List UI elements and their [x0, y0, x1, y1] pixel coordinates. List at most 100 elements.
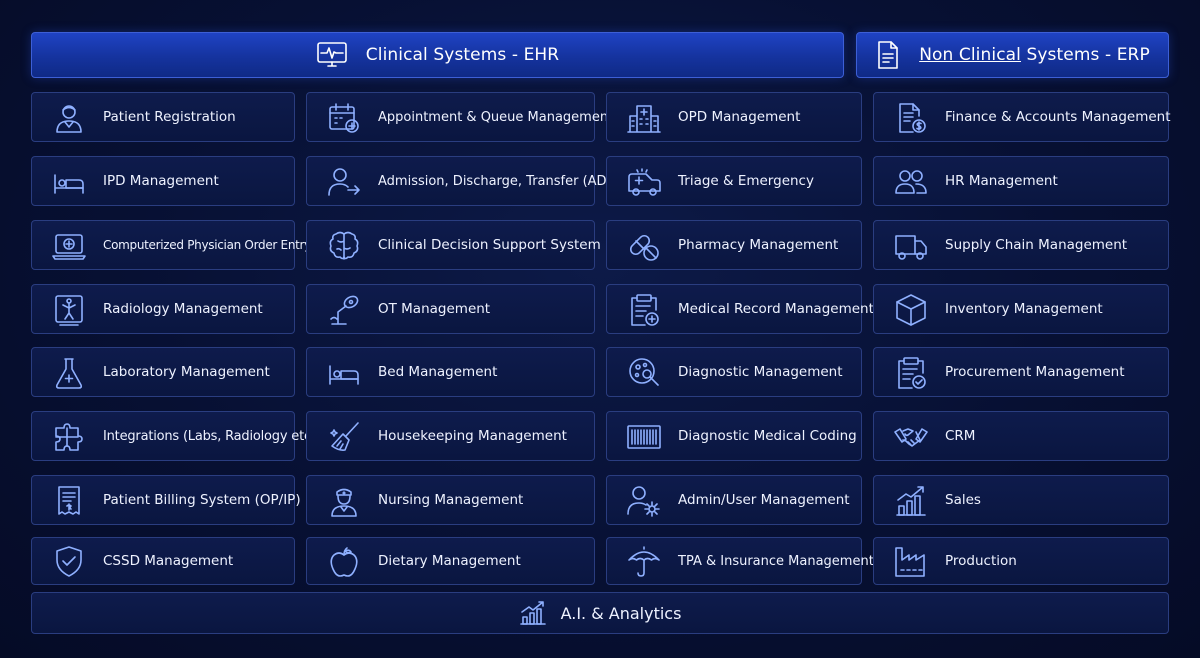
- nurse-icon: [327, 484, 361, 518]
- calendar-add-icon: [327, 101, 361, 135]
- monitor-heartbeat-icon: [316, 41, 348, 69]
- hospital-building-icon: [627, 101, 661, 135]
- module-bed-management[interactable]: Bed Management: [306, 347, 595, 397]
- module-adt[interactable]: Admission, Discharge, Transfer (ADT): [306, 156, 620, 206]
- user-transfer-icon: [327, 165, 361, 199]
- laptop-medical-icon: [52, 229, 86, 263]
- non-clinical-systems-erp-header[interactable]: Non Clinical Systems - ERP: [856, 32, 1169, 78]
- module-opd-management[interactable]: OPD Management: [606, 92, 862, 142]
- xray-icon: [52, 293, 86, 327]
- module-label: Pharmacy Management: [678, 237, 839, 253]
- clipboard-check-icon: [894, 356, 928, 390]
- module-label: Diagnostic Management: [678, 364, 843, 380]
- module-label: Admission, Discharge, Transfer (ADT): [378, 173, 620, 189]
- module-appointment-queue[interactable]: Appointment & Queue Management: [306, 92, 613, 142]
- module-medical-record[interactable]: Medical Record Management: [606, 284, 874, 334]
- umbrella-icon: [627, 545, 661, 579]
- analytics-chart-icon: [519, 600, 547, 626]
- module-cssd-management[interactable]: CSSD Management: [31, 537, 295, 585]
- invoice-dollar-icon: [894, 101, 928, 135]
- ehr-header-title: Clinical Systems - EHR: [365, 45, 560, 65]
- module-label: TPA & Insurance Management: [678, 553, 874, 569]
- module-crm[interactable]: CRM: [873, 411, 1169, 461]
- erp-header-title-underlined[interactable]: Non Clinical: [919, 45, 1021, 65]
- module-label: Radiology Management: [103, 301, 263, 317]
- surgical-lamp-icon: [327, 293, 361, 327]
- handshake-icon: [894, 420, 928, 454]
- shield-check-icon: [52, 545, 86, 579]
- module-label: HR Management: [945, 173, 1058, 189]
- module-label: Patient Billing System (OP/IP): [103, 492, 301, 508]
- module-label: Medical Record Management: [678, 301, 874, 317]
- module-label: CRM: [945, 428, 976, 444]
- module-label: Computerized Physician Order Entry: [103, 238, 311, 252]
- users-icon: [894, 165, 928, 199]
- module-supply-chain[interactable]: Supply Chain Management: [873, 220, 1169, 270]
- module-label: Triage & Emergency: [678, 173, 814, 189]
- module-label: Patient Registration: [103, 109, 236, 125]
- module-patient-billing[interactable]: Patient Billing System (OP/IP): [31, 475, 301, 525]
- module-sales[interactable]: Sales: [873, 475, 1169, 525]
- module-housekeeping[interactable]: Housekeeping Management: [306, 411, 595, 461]
- module-label: Admin/User Management: [678, 492, 850, 508]
- module-label: Finance & Accounts Management: [945, 109, 1171, 125]
- module-cpoe[interactable]: Computerized Physician Order Entry: [31, 220, 311, 270]
- module-procurement-management[interactable]: Procurement Management: [873, 347, 1169, 397]
- module-label: Inventory Management: [945, 301, 1103, 317]
- module-label: Clinical Decision Support System: [378, 237, 601, 253]
- module-label: Diagnostic Medical Coding: [678, 428, 857, 444]
- module-finance-accounts[interactable]: Finance & Accounts Management: [873, 92, 1171, 142]
- module-label: IPD Management: [103, 173, 219, 189]
- module-label: Integrations (Labs, Radiology etc.): [103, 412, 320, 460]
- module-label: OT Management: [378, 301, 491, 317]
- module-triage-emergency[interactable]: Triage & Emergency: [606, 156, 862, 206]
- pills-icon: [627, 229, 661, 263]
- clinical-systems-ehr-header[interactable]: Clinical Systems - EHR: [31, 32, 844, 78]
- ai-analytics-bar[interactable]: A.I. & Analytics: [31, 592, 1169, 634]
- module-laboratory-management[interactable]: Laboratory Management: [31, 347, 295, 397]
- receipt-icon: [52, 484, 86, 518]
- truck-icon: [894, 229, 928, 263]
- ambulance-icon: [627, 165, 661, 199]
- module-label: Sales: [945, 492, 981, 508]
- module-label: Production: [945, 553, 1017, 569]
- puzzle-icon: [52, 420, 86, 454]
- apple-icon: [327, 545, 361, 579]
- patient-icon: [52, 101, 86, 135]
- bed-icon: [327, 356, 361, 390]
- module-patient-registration[interactable]: Patient Registration: [31, 92, 295, 142]
- module-label: CSSD Management: [103, 553, 234, 569]
- module-pharmacy-management[interactable]: Pharmacy Management: [606, 220, 862, 270]
- module-label: Dietary Management: [378, 553, 521, 569]
- module-label: Procurement Management: [945, 364, 1125, 380]
- module-diagnostic-management[interactable]: Diagnostic Management: [606, 347, 862, 397]
- module-admin-user-management[interactable]: Admin/User Management: [606, 475, 862, 525]
- module-tpa-insurance[interactable]: TPA & Insurance Management: [606, 537, 874, 585]
- module-label: Supply Chain Management: [945, 237, 1128, 253]
- module-inventory-management[interactable]: Inventory Management: [873, 284, 1169, 334]
- module-label: OPD Management: [678, 109, 801, 125]
- module-label: Bed Management: [378, 364, 498, 380]
- microscope-dish-icon: [627, 356, 661, 390]
- module-diagnostic-coding[interactable]: Diagnostic Medical Coding: [606, 411, 862, 461]
- module-label-main: Integrations (Labs, Radiology etc.): [103, 428, 320, 444]
- factory-icon: [894, 545, 928, 579]
- document-list-icon: [875, 40, 901, 70]
- module-label: Housekeeping Management: [378, 428, 567, 444]
- module-hr-management[interactable]: HR Management: [873, 156, 1169, 206]
- module-integrations[interactable]: Integrations (Labs, Radiology etc.): [31, 411, 320, 461]
- module-dietary-management[interactable]: Dietary Management: [306, 537, 595, 585]
- user-gear-icon: [627, 484, 661, 518]
- clipboard-plus-icon: [627, 293, 661, 327]
- module-production[interactable]: Production: [873, 537, 1169, 585]
- module-cdss[interactable]: Clinical Decision Support System: [306, 220, 601, 270]
- module-label: Nursing Management: [378, 492, 524, 508]
- erp-header-title-rest: Systems - ERP: [1021, 45, 1150, 65]
- brain-icon: [327, 229, 361, 263]
- module-ot-management[interactable]: OT Management: [306, 284, 595, 334]
- module-radiology-management[interactable]: Radiology Management: [31, 284, 295, 334]
- module-ipd-management[interactable]: IPD Management: [31, 156, 295, 206]
- barcode-icon: [627, 420, 661, 454]
- ai-analytics-title: A.I. & Analytics: [560, 603, 682, 623]
- module-nursing-management[interactable]: Nursing Management: [306, 475, 595, 525]
